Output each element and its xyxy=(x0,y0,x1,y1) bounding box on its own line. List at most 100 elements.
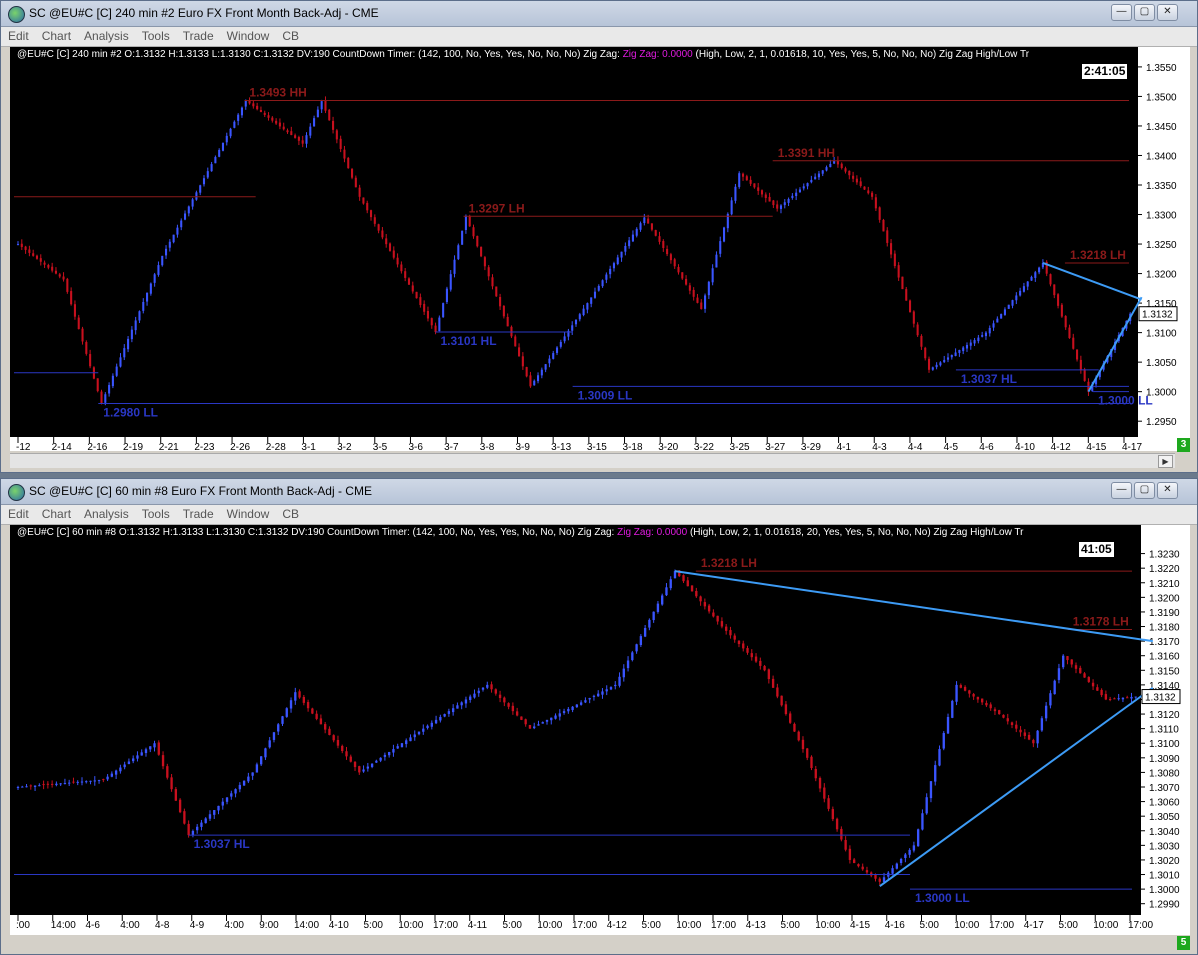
candle-body xyxy=(722,227,726,242)
y-tick-label: 1.3050 xyxy=(1149,812,1180,823)
candle-body xyxy=(980,698,984,703)
candle-body xyxy=(225,135,228,143)
candle-body xyxy=(707,605,711,612)
candle-body xyxy=(451,708,455,713)
candle-body xyxy=(927,358,931,370)
close-icon[interactable]: ✕ xyxy=(1157,4,1178,21)
candle-body xyxy=(643,627,647,637)
candle-body xyxy=(419,297,422,305)
menu-cb[interactable]: CB xyxy=(275,27,305,43)
candlestick-chart-240[interactable]: 1.29501.30001.30501.31001.31501.32001.32… xyxy=(10,47,1190,451)
candle-body xyxy=(1044,705,1048,719)
maximize-icon[interactable]: ▢ xyxy=(1134,482,1155,499)
menu-tools[interactable]: Tools xyxy=(135,505,176,521)
candle-body xyxy=(857,864,860,867)
menu-window[interactable]: Window xyxy=(220,505,276,521)
candle-body xyxy=(281,716,284,724)
candle-body xyxy=(700,302,703,309)
y-tick-label: 1.3180 xyxy=(1149,623,1180,634)
minimize-icon[interactable]: — xyxy=(1111,4,1132,21)
title-bar[interactable]: SC @EU#C [C] 240 min #2 Euro FX Front Mo… xyxy=(1,1,1197,27)
menu-edit[interactable]: Edit xyxy=(1,505,35,521)
x-tick-label: 4-13 xyxy=(746,920,766,931)
y-tick-label: 1.3040 xyxy=(1149,827,1180,838)
minimize-icon[interactable]: — xyxy=(1111,482,1132,499)
candle-body xyxy=(396,746,399,749)
candle-body xyxy=(616,257,619,265)
close-icon[interactable]: ✕ xyxy=(1157,482,1178,499)
candle-body xyxy=(1034,272,1037,278)
candle-body xyxy=(791,195,794,199)
candle-body xyxy=(495,286,498,297)
candle-body xyxy=(225,797,229,802)
candle-body xyxy=(707,281,710,296)
scroll-right-icon[interactable]: ▶ xyxy=(1158,455,1173,468)
time-axis-panel xyxy=(10,437,1138,451)
title-bar[interactable]: SC @EU#C [C] 60 min #8 Euro FX Front Mon… xyxy=(1,479,1197,505)
menu-trade[interactable]: Trade xyxy=(176,505,220,521)
candle-body xyxy=(716,615,719,622)
candle-body xyxy=(677,266,680,273)
menu-chart[interactable]: Chart xyxy=(35,27,77,43)
menu-analysis[interactable]: Analysis xyxy=(77,27,135,43)
candle-body xyxy=(855,178,858,183)
candle-body xyxy=(1023,732,1026,736)
candle-body xyxy=(1015,724,1018,729)
candle-body xyxy=(328,109,331,121)
candle-body xyxy=(362,197,365,204)
menu-edit[interactable]: Edit xyxy=(1,27,35,43)
candle-body xyxy=(1134,696,1137,698)
candle-body xyxy=(426,311,430,319)
candle-body xyxy=(392,250,395,258)
maximize-icon[interactable]: ▢ xyxy=(1134,4,1155,21)
candle-body xyxy=(669,579,672,589)
y-tick-label: 1.2990 xyxy=(1149,900,1180,911)
x-tick-label: 4-15 xyxy=(1086,442,1106,451)
candle-body xyxy=(58,274,61,277)
chart-area-60[interactable]: 1.2990 1.3000 1.3010 1.3020 1.3030 1.3040 1.30… xyxy=(10,525,1190,935)
candle-body xyxy=(336,739,340,746)
candle-body xyxy=(712,612,715,617)
candlestick-chart-60[interactable]: 1.2990 1.3000 1.3010 1.3020 1.3030 1.3040 1.30… xyxy=(10,525,1190,935)
candle-body xyxy=(77,317,80,330)
menu-analysis[interactable]: Analysis xyxy=(77,505,135,521)
candle-body xyxy=(1011,300,1014,306)
candle-body xyxy=(661,595,664,605)
candle-body xyxy=(563,336,566,342)
x-tick-label: 4-6 xyxy=(979,442,994,451)
candle-body xyxy=(251,772,254,776)
candle-body xyxy=(1036,730,1039,744)
y-tick-label: 1.3400 xyxy=(1146,151,1177,162)
candle-body xyxy=(1083,673,1086,678)
candle-body xyxy=(33,785,37,787)
candle-body xyxy=(806,183,809,187)
menu-tools[interactable]: Tools xyxy=(135,27,176,43)
candle-body xyxy=(354,177,357,188)
candle-body xyxy=(1130,696,1133,699)
candle-body xyxy=(601,691,604,695)
candle-body xyxy=(130,329,133,340)
candle-body xyxy=(404,271,407,278)
candle-body xyxy=(555,347,559,353)
candle-body xyxy=(434,325,437,333)
x-tick-label: 2-28 xyxy=(266,442,286,451)
chart-area-240[interactable]: 1.2950 1.3000 1.3050 1.3100 1.3150 1.3200 1.32… xyxy=(10,47,1190,451)
menu-window[interactable]: Window xyxy=(220,27,276,43)
x-tick-label: :00 xyxy=(16,920,30,931)
candle-body xyxy=(685,278,688,285)
x-tick-label: 3-6 xyxy=(408,442,423,451)
candle-body xyxy=(562,711,566,713)
menu-trade[interactable]: Trade xyxy=(176,27,220,43)
candle-body xyxy=(1030,276,1033,281)
horizontal-scrollbar[interactable]: ▶ xyxy=(10,453,1175,468)
candle-body xyxy=(895,863,899,869)
candle-body xyxy=(46,783,50,785)
candle-body xyxy=(271,117,274,121)
menu-chart[interactable]: Chart xyxy=(35,505,77,521)
candle-body xyxy=(309,126,312,136)
candle-body xyxy=(1032,740,1035,744)
candle-body xyxy=(144,749,148,754)
zigzag-value: Zig Zag: 0.0000 xyxy=(622,49,693,60)
x-tick-label: 5:00 xyxy=(642,920,662,931)
menu-cb[interactable]: CB xyxy=(275,505,305,521)
